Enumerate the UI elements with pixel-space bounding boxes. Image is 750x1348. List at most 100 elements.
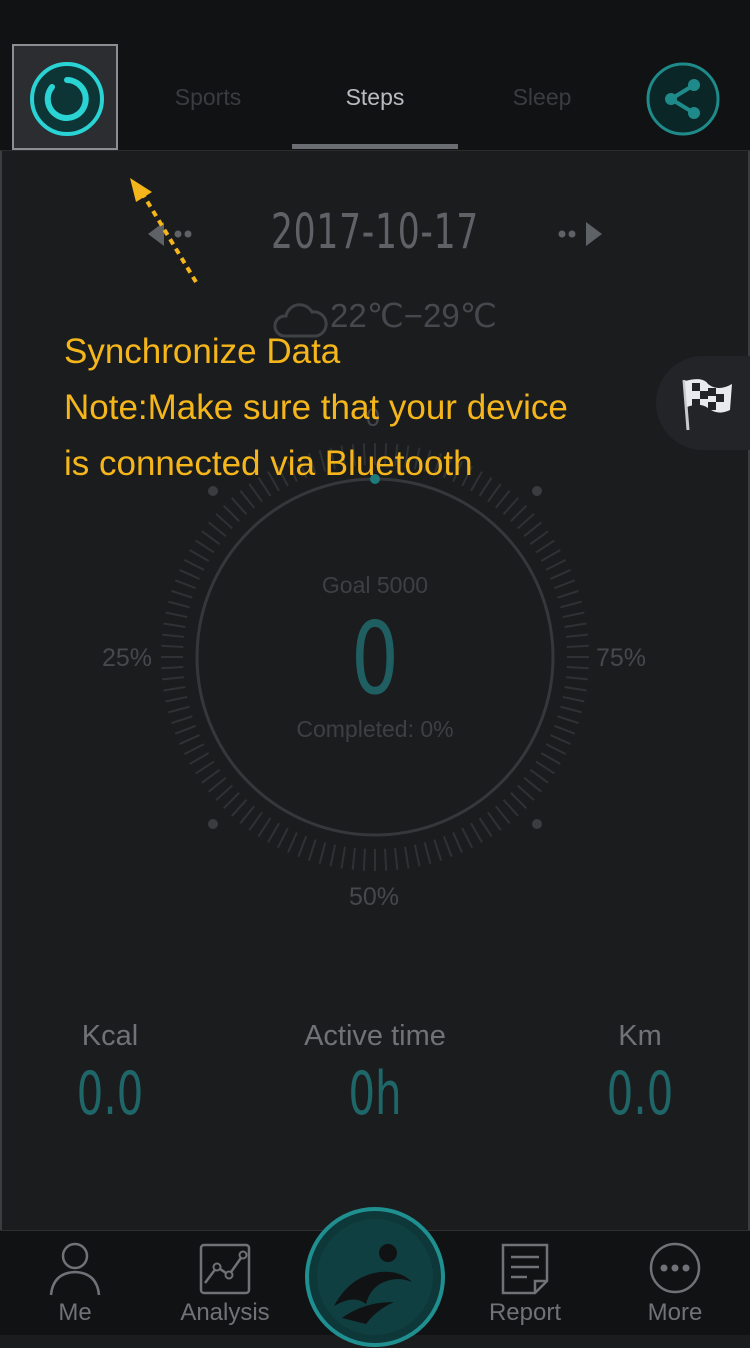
- dial-tick: [231, 497, 248, 515]
- dial-tick: [297, 835, 308, 858]
- share-button[interactable]: [644, 60, 722, 138]
- tab-sports[interactable]: Sports: [148, 84, 268, 111]
- dial-tick: [478, 817, 493, 838]
- dial-tick: [540, 752, 561, 765]
- dial-tick: [442, 835, 453, 858]
- tip-arrow-icon: [130, 178, 198, 284]
- dial-tick: [523, 777, 542, 793]
- stat-kcal: Kcal 0.0: [0, 1020, 220, 1129]
- dial-tick: [257, 817, 272, 838]
- top-bar: Sports Steps Sleep: [0, 0, 750, 151]
- dial-tick: [523, 521, 542, 537]
- dial-tick: [495, 805, 511, 824]
- dial-tick: [517, 784, 535, 801]
- more-icon: [649, 1242, 701, 1294]
- nav-label: Analysis: [180, 1299, 270, 1326]
- nav-me[interactable]: Me: [0, 1231, 150, 1335]
- dial-tick: [502, 497, 519, 515]
- stat-value: 0.0: [606, 1059, 674, 1129]
- dial-tick: [413, 844, 421, 867]
- dial-tick: [487, 811, 502, 831]
- dial-tick: [517, 513, 535, 530]
- next-day-icon[interactable]: [556, 218, 604, 250]
- dial-tick: [201, 530, 221, 545]
- stat-active-time: Active time 0h: [265, 1020, 485, 1129]
- dial-tick: [495, 490, 511, 509]
- dial-tick: [433, 839, 443, 861]
- dial-tick: [510, 504, 528, 522]
- tip-line-1: Synchronize Data: [64, 332, 341, 371]
- person-icon: [49, 1242, 101, 1296]
- dial-tick: [183, 743, 205, 756]
- dial-tick: [208, 521, 227, 537]
- dial-tick: [502, 799, 519, 817]
- stat-label: Kcal: [81, 1020, 139, 1052]
- dial-tick: [189, 549, 210, 562]
- chart-icon: [199, 1243, 251, 1295]
- dial-tick: [461, 827, 474, 849]
- dial-tick: [384, 848, 388, 871]
- dial-tick: [510, 792, 528, 810]
- dial-tick: [535, 760, 556, 775]
- dial-tick: [340, 846, 346, 869]
- nav-label: Report: [488, 1299, 562, 1326]
- dial-tick: [545, 743, 567, 756]
- dial-tick: [183, 558, 205, 571]
- stat-label: Km: [618, 1020, 662, 1052]
- dial-tick: [248, 811, 263, 831]
- dial-tick: [215, 784, 233, 801]
- stat-value: 0.0: [76, 1059, 144, 1129]
- dial-tick: [529, 769, 549, 784]
- dial-tick: [535, 539, 556, 554]
- dial-tick: [404, 846, 410, 869]
- goal-text: Goal 5000: [321, 572, 429, 598]
- sync-button[interactable]: [12, 44, 118, 150]
- nav-report[interactable]: Report: [450, 1231, 600, 1335]
- tab-steps[interactable]: Steps: [315, 84, 435, 111]
- dial-tick: [423, 842, 432, 864]
- dial-tick: [394, 847, 399, 870]
- dial-tick: [239, 805, 255, 824]
- report-icon: [501, 1243, 549, 1295]
- nav-label: Me: [58, 1299, 92, 1326]
- run-logo-button[interactable]: [304, 1206, 446, 1348]
- dial-tick: [318, 842, 327, 864]
- dial-tick: [329, 844, 337, 867]
- step-count: 0: [351, 600, 399, 717]
- nav-label: More: [647, 1299, 703, 1326]
- dial-tick: [545, 558, 567, 571]
- date-selector: 2017-10-17: [0, 200, 750, 270]
- tab-sleep[interactable]: Sleep: [482, 84, 602, 111]
- dial-tick: [194, 760, 215, 775]
- dial-tick: [362, 848, 366, 871]
- dial-tick: [239, 490, 255, 509]
- dial-tick: [351, 847, 356, 870]
- dial-tick: [231, 799, 248, 817]
- active-tab-indicator: [292, 144, 458, 149]
- nav-more[interactable]: More: [600, 1231, 750, 1335]
- stat-value: 0h: [348, 1059, 402, 1129]
- stat-label: Active time: [304, 1020, 446, 1052]
- dial-tick: [529, 530, 549, 545]
- stat-km: Km 0.0: [530, 1020, 750, 1129]
- sync-ring-icon: [30, 62, 104, 136]
- dial-label-50: 50%: [349, 883, 400, 911]
- dial-tick: [222, 792, 240, 810]
- share-icon: [646, 62, 720, 136]
- tip-line-3: is connected via Bluetooth: [64, 444, 473, 483]
- dial-tick: [189, 752, 210, 765]
- dial-tick: [194, 539, 215, 554]
- dial-tick: [201, 769, 221, 784]
- dial-tick: [208, 777, 227, 793]
- dial-tick: [287, 831, 298, 853]
- dial-tick: [267, 822, 280, 843]
- dial-tick: [307, 839, 317, 861]
- dial-tick: [222, 504, 240, 522]
- nav-analysis[interactable]: Analysis: [150, 1231, 300, 1335]
- dial-tick: [540, 549, 561, 562]
- dial-tick: [452, 831, 463, 853]
- dial-tick: [215, 513, 233, 530]
- sync-tip-text: Synchronize Data Note:Make sure that you…: [64, 324, 568, 492]
- dial-tick: [276, 827, 289, 849]
- completed-text: Completed: 0%: [296, 716, 454, 742]
